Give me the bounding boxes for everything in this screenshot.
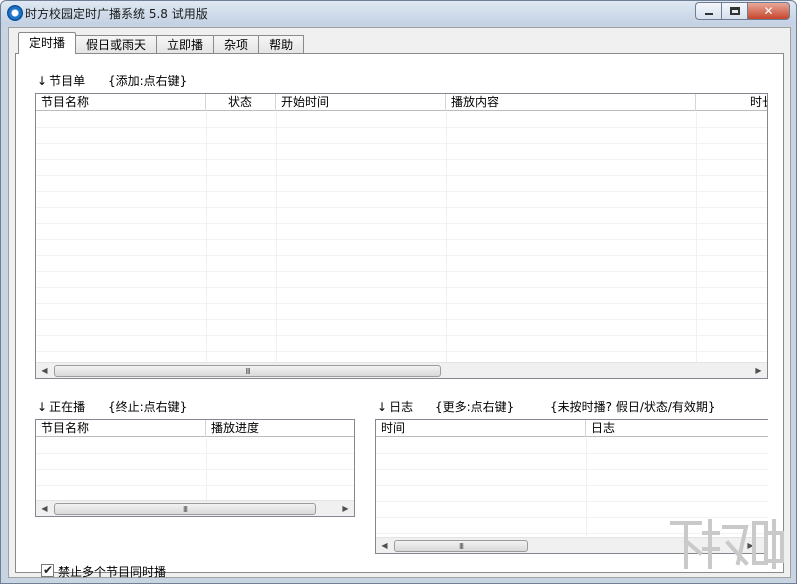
program-list-hscrollbar[interactable]: ◀ III ▶ [36, 362, 767, 378]
tab-help[interactable]: 帮助 [259, 35, 305, 54]
column-header-duration[interactable]: 时长 [696, 94, 767, 111]
tab-misc[interactable]: 杂项 [214, 35, 260, 54]
log-heading: ↓ 日志 [377, 398, 413, 415]
tab-play-now[interactable]: 立即播 [157, 35, 215, 54]
program-list-heading: ↓ 节目单 [37, 72, 85, 89]
scroll-left-icon[interactable]: ◀ [36, 501, 53, 516]
now-playing-header: 节目名称 播放进度 [36, 420, 354, 437]
program-list-title: 节目单 [49, 74, 86, 88]
program-list-header: 节目名称 状态 开始时间 播放内容 时长 [36, 94, 767, 111]
log-title: 日志 [389, 400, 414, 414]
tab-holiday-rain[interactable]: 假日或雨天 [76, 35, 158, 54]
column-header-program-name[interactable]: 节目名称 [36, 94, 206, 111]
log-list-header: 时间 日志 [376, 420, 768, 437]
window-controls: ✕ [695, 2, 790, 20]
watermark-logo [670, 519, 784, 569]
column-header-start-time[interactable]: 开始时间 [276, 94, 446, 111]
now-playing-hint: {终止:点右键} [108, 400, 188, 414]
grip-icon: III [458, 542, 464, 551]
scrollbar-thumb[interactable]: III [54, 365, 441, 377]
checkmark-icon: ✔ [43, 563, 54, 577]
minimize-icon [705, 13, 713, 15]
column-header-log[interactable]: 日志 [586, 420, 768, 437]
scrollbar-thumb[interactable]: III [394, 540, 528, 552]
log-hint: {更多:点右键} [435, 400, 515, 414]
column-header-program-name[interactable]: 节目名称 [36, 420, 206, 437]
column-header-status[interactable]: 状态 [206, 94, 276, 111]
column-header-time[interactable]: 时间 [376, 420, 586, 437]
close-button[interactable]: ✕ [747, 2, 790, 20]
minimize-button[interactable] [695, 2, 721, 20]
maximize-button[interactable] [721, 2, 747, 20]
program-list-body [36, 112, 767, 352]
program-list[interactable]: 节目名称 状态 开始时间 播放内容 时长 ◀ [35, 93, 768, 379]
close-icon: ✕ [763, 4, 774, 18]
log-hint-schedule: {未按时播? 假日/状态/有效期} [550, 400, 716, 414]
column-header-progress[interactable]: 播放进度 [206, 420, 354, 437]
now-playing-hscrollbar[interactable]: ◀ III ▶ [36, 500, 354, 516]
now-playing-list[interactable]: 节目名称 播放进度 ◀ III ▶ [35, 419, 355, 517]
title-bar[interactable]: 时方校园定时广播系统 5.8 试用版 ✕ [1, 1, 796, 25]
down-arrow-icon: ↓ [37, 74, 48, 88]
app-window: 时方校园定时广播系统 5.8 试用版 ✕ 定时播 假日或雨天 立即播 杂项 帮助… [0, 0, 797, 584]
down-arrow-icon: ↓ [37, 400, 48, 414]
column-header-content[interactable]: 播放内容 [446, 94, 696, 111]
now-playing-body [36, 438, 354, 502]
now-playing-heading: ↓ 正在播 [37, 398, 85, 415]
now-playing-title: 正在播 [49, 400, 86, 414]
down-arrow-icon: ↓ [377, 400, 388, 414]
window-title: 时方校园定时广播系统 5.8 试用版 [25, 7, 208, 21]
tab-scheduled[interactable]: 定时播 [18, 32, 77, 54]
grip-icon: III [245, 367, 250, 376]
app-icon [7, 5, 23, 21]
no-simultaneous-checkbox[interactable]: ✔ [41, 563, 54, 577]
scroll-left-icon[interactable]: ◀ [376, 538, 393, 553]
client-area: 定时播 假日或雨天 立即播 杂项 帮助 ↓ 节目单 {添加:点右键} 节目名称 状… [8, 27, 791, 579]
scroll-right-icon[interactable]: ▶ [337, 501, 354, 516]
grip-icon: III [182, 505, 188, 514]
no-simultaneous-label[interactable]: 禁止多个节目同时播 [58, 563, 166, 580]
program-list-hint: {添加:点右键} [108, 74, 188, 88]
tab-panel-scheduled: ↓节目单 {添加:点右键} 节目名称 状态 开始时间 播放内容 时长 [15, 53, 784, 579]
maximize-icon [730, 7, 740, 15]
scroll-right-icon[interactable]: ▶ [750, 363, 767, 378]
scrollbar-thumb[interactable]: III [54, 503, 316, 515]
tab-strip: 定时播 假日或雨天 立即播 杂项 帮助 [18, 32, 305, 54]
scroll-left-icon[interactable]: ◀ [36, 363, 53, 378]
